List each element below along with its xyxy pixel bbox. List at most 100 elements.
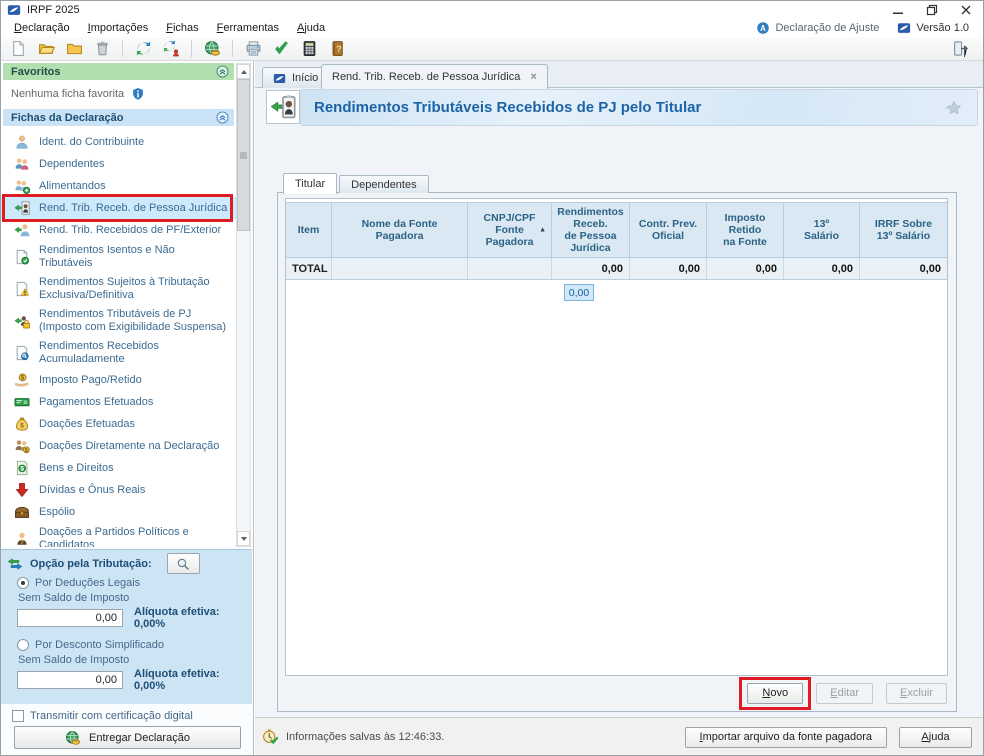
menu-ferramentas[interactable]: Ferramentas xyxy=(208,19,288,37)
sidebar-item[interactable]: Rend. Trib. Recebidos de PF/Exterior xyxy=(1,219,236,241)
column-header[interactable]: Item xyxy=(286,203,332,257)
tab-titular[interactable]: Titular xyxy=(283,173,337,194)
saldo-deducoes-input[interactable] xyxy=(17,609,123,627)
open-folder-icon[interactable] xyxy=(33,38,59,59)
ajuste-badge-icon: A xyxy=(756,21,770,35)
check-icon[interactable] xyxy=(268,38,294,59)
radio-por-deducoes-legais[interactable]: Por Deduções Legais xyxy=(17,577,242,589)
records-table: ItemNome da Fonte PagadoraCNPJ/CPF Fonte… xyxy=(286,202,947,280)
table-total-row: TOTAL0,000,000,000,000,00 xyxy=(286,258,947,279)
app-flag-icon xyxy=(273,72,286,85)
column-header[interactable]: IRRF Sobre 13º Salário xyxy=(860,203,947,257)
banknote-icon xyxy=(14,394,30,410)
red-arrow-down-icon xyxy=(14,482,30,498)
ficha-icon-box xyxy=(266,90,300,124)
fichas-title: Fichas da Declaração xyxy=(11,112,124,124)
toolbar-buttons: ? xyxy=(5,38,350,59)
sidebar-item[interactable]: $Doações Efetuadas xyxy=(1,413,236,435)
importar-arquivo-button[interactable]: Importar arquivo da fonte pagadora xyxy=(685,727,887,748)
favorite-star-icon[interactable] xyxy=(945,99,963,117)
saldo-sublabel: Sem Saldo de Imposto xyxy=(18,654,242,666)
minimize-button[interactable] xyxy=(881,1,915,19)
sidebar-item[interactable]: $Doações Diretamente na Declaração xyxy=(1,435,236,457)
sidebar-item-label: Rend. Trib. Recebidos de PF/Exterior xyxy=(39,224,221,237)
radio-por-desconto-simplificado[interactable]: Por Desconto Simplificado xyxy=(17,639,242,651)
editing-value-cell[interactable]: 0,00 xyxy=(564,284,594,301)
sidebar-item[interactable]: Ident. do Contribuinte xyxy=(1,131,236,153)
tab-inicio[interactable]: Início xyxy=(262,67,329,88)
scroll-down-button[interactable] xyxy=(237,531,250,546)
declaracao-de-ajuste-badge[interactable]: A Declaração de Ajuste xyxy=(756,21,879,35)
scroll-up-button[interactable] xyxy=(237,64,250,79)
sidebar-item[interactable]: $Bens e Direitos xyxy=(1,457,236,479)
ajuda-button[interactable]: Ajuda xyxy=(899,727,972,748)
scroll-down-icon xyxy=(241,537,247,541)
sidebar-item[interactable]: Alimentandos xyxy=(1,175,236,197)
sort-asc-icon: ▲ xyxy=(539,227,546,234)
exit-icon[interactable] xyxy=(947,38,973,59)
favorites-empty-label: Nenhuma ficha favorita xyxy=(11,88,124,100)
menu-fichas[interactable]: Fichas xyxy=(157,19,207,37)
trash-icon xyxy=(94,40,111,57)
transmit-icon[interactable] xyxy=(130,38,156,59)
transmit-person-icon[interactable] xyxy=(158,38,184,59)
transmit-person-icon xyxy=(163,40,180,57)
window-title: IRPF 2025 xyxy=(27,4,80,16)
scrollbar-thumb[interactable] xyxy=(237,79,250,231)
fichas-header[interactable]: Fichas da Declaração xyxy=(3,109,234,126)
info-icon[interactable] xyxy=(131,87,145,101)
sidebar-item[interactable]: $Imposto Pago/Retido xyxy=(1,369,236,391)
print-icon[interactable] xyxy=(240,38,266,59)
calculator-icon[interactable] xyxy=(296,38,322,59)
total-value-cell: 0,00 xyxy=(630,258,707,279)
sidebar-item[interactable]: ?Doações a Partidos Políticos e Candidat… xyxy=(1,523,236,547)
search-tributacao-button[interactable] xyxy=(167,553,200,574)
favorites-header[interactable]: Favoritos xyxy=(3,63,234,80)
column-header[interactable]: CNPJ/CPF Fonte Pagadora▲ xyxy=(468,203,552,257)
help-book-icon[interactable]: ? xyxy=(324,38,350,59)
saldo-simplificado-input[interactable] xyxy=(17,671,123,689)
sidebar-item[interactable]: Rendimentos Isentos e Não Tributáveis xyxy=(1,241,236,273)
collapse-favorites-icon[interactable] xyxy=(216,65,229,78)
column-header[interactable]: Rendimentos Receb. de Pessoa Jurídica xyxy=(552,203,630,257)
collapse-fichas-icon[interactable] xyxy=(216,111,229,124)
sidebar-item[interactable]: Dependentes xyxy=(1,153,236,175)
transmit-checkbox[interactable]: Transmitir com certificação digital xyxy=(12,710,193,722)
tab-dependentes[interactable]: Dependentes xyxy=(339,175,428,193)
sidebar-scrollbar[interactable] xyxy=(236,63,251,547)
menu-declaracao[interactable]: Declaração xyxy=(5,19,79,37)
sidebar-item[interactable]: Rend. Trib. Receb. de Pessoa Jurídica xyxy=(1,197,236,219)
novo-button[interactable]: Novo xyxy=(747,683,803,704)
sidebar-item-label: Rend. Trib. Receb. de Pessoa Jurídica xyxy=(39,202,227,215)
globe-money-icon[interactable] xyxy=(199,38,225,59)
close-button[interactable] xyxy=(949,1,983,19)
new-file-icon[interactable] xyxy=(5,38,31,59)
column-header[interactable]: Imposto Retido na Fonte xyxy=(707,203,784,257)
sidebar-item[interactable]: Espólio xyxy=(1,501,236,523)
sidebar-item[interactable]: Dívidas e Ônus Reais xyxy=(1,479,236,501)
column-header[interactable]: Nome da Fonte Pagadora xyxy=(332,203,468,257)
restore-button[interactable] xyxy=(915,1,949,19)
tribute-arrows-icon xyxy=(7,556,23,572)
pj-income-icon xyxy=(14,200,30,216)
sidebar-item[interactable]: Rendimentos Recebidos Acumuladamente xyxy=(1,337,236,369)
tab-rend-trib-pj[interactable]: Rend. Trib. Receb. de Pessoa Jurídica × xyxy=(321,64,548,89)
sidebar-item[interactable]: Rendimentos Tributáveis de PJ (Imposto c… xyxy=(1,305,236,337)
tab-close-icon[interactable]: × xyxy=(530,71,536,83)
menubar-right: A Declaração de Ajuste Versão 1.0 xyxy=(756,21,979,35)
sidebar-item[interactable]: Pagamentos Efetuados xyxy=(1,391,236,413)
folder-icon[interactable] xyxy=(61,38,87,59)
editar-button[interactable]: Editar xyxy=(816,683,873,704)
column-header[interactable]: Contr. Prev. Oficial xyxy=(630,203,707,257)
tab-titular-label: Titular xyxy=(295,178,325,190)
menu-ajuda[interactable]: Ajuda xyxy=(288,19,334,37)
sidebar-item[interactable]: Rendimentos Sujeitos à Tributação Exclus… xyxy=(1,273,236,305)
excluir-button[interactable]: Excluir xyxy=(886,683,947,704)
menu-importacoes[interactable]: Importações xyxy=(79,19,158,37)
trash-icon[interactable] xyxy=(89,38,115,59)
globe-money-icon xyxy=(204,40,221,57)
column-header[interactable]: 13º Salário xyxy=(784,203,860,257)
window-controls xyxy=(881,1,983,19)
coin-hand-icon: $ xyxy=(14,372,30,388)
entregar-declaracao-button[interactable]: Entregar Declaração xyxy=(14,726,241,749)
